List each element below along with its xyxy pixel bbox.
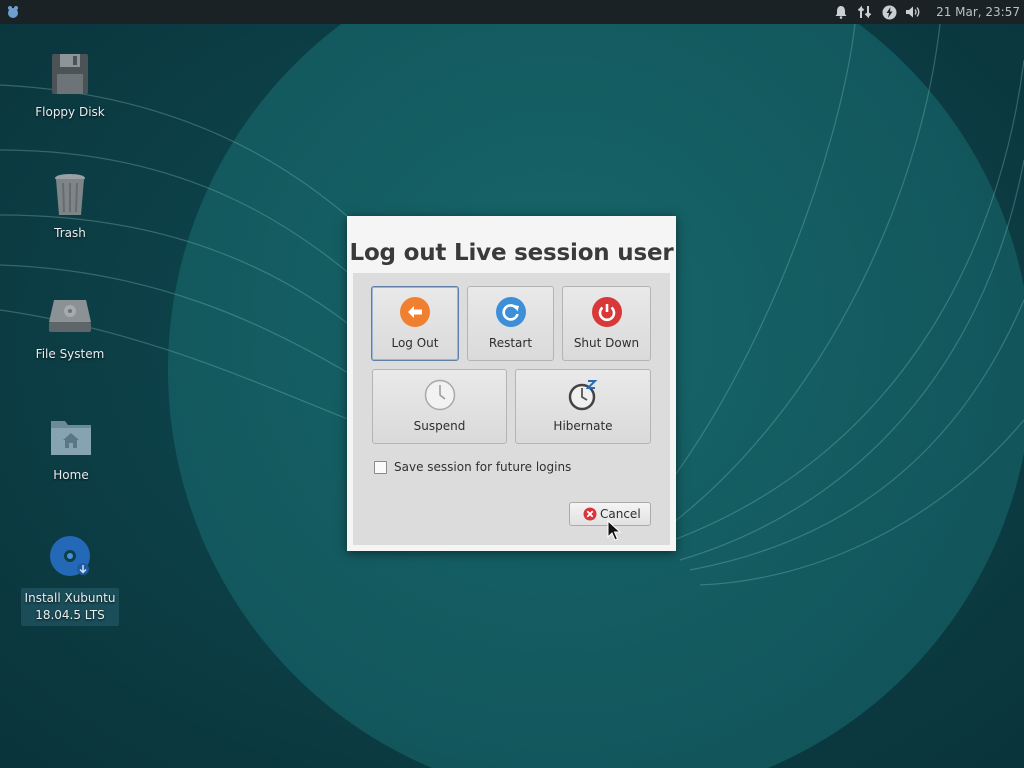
clock[interactable]: 21 Mar, 23:57 (936, 5, 1020, 19)
system-tray: 21 Mar, 23:57 (828, 0, 1024, 24)
network-updown-icon[interactable] (854, 0, 876, 24)
desktop-icon-file-system[interactable]: File System (20, 292, 120, 363)
clock-icon (424, 379, 455, 411)
desktop-icon-label: Home (53, 468, 89, 482)
volume-icon[interactable] (902, 0, 924, 24)
logout-dialog: Log out Live session user Log Out Restar… (347, 216, 676, 551)
power-icon (591, 297, 622, 327)
desktop-icon-label-box: Install Xubuntu 18.04.5 LTS (20, 588, 120, 626)
save-session-label[interactable]: Save session for future logins (394, 460, 571, 474)
desktop-icon-label: Floppy Disk (35, 105, 105, 119)
xfce-mouse-icon[interactable] (4, 3, 22, 21)
suspend-button[interactable]: Suspend (372, 369, 507, 444)
floppy-disk-icon (52, 54, 88, 94)
cancel-button-label: Cancel (600, 507, 641, 521)
shutdown-button[interactable]: Shut Down (562, 286, 651, 361)
hibernate-button[interactable]: Hibernate (515, 369, 651, 444)
trash-icon (55, 174, 85, 215)
save-session-checkbox[interactable] (374, 460, 387, 474)
notification-bell-icon[interactable] (830, 0, 852, 24)
restart-button[interactable]: Restart (467, 286, 554, 361)
logout-button[interactable]: Log Out (371, 286, 459, 361)
desktop-icon-floppy-disk[interactable]: Floppy Disk (20, 50, 120, 121)
mouse-cursor (607, 520, 621, 541)
install-disc-icon (50, 536, 90, 576)
shutdown-button-label: Shut Down (573, 336, 640, 350)
dialog-title: Log out Live session user (349, 240, 674, 266)
hard-drive-icon (49, 300, 91, 332)
cancel-icon (583, 507, 597, 521)
power-bolt-icon[interactable] (878, 0, 900, 24)
hibernate-button-label: Hibernate (553, 419, 613, 433)
restart-icon (495, 297, 526, 327)
top-panel: 21 Mar, 23:57 (0, 0, 1024, 24)
desktop-icon-home[interactable]: Home (21, 413, 121, 484)
home-folder-icon (51, 421, 91, 455)
desktop-icon-trash[interactable]: Trash (20, 171, 120, 242)
desktop-icon-label-version: 18.04.5 LTS (35, 608, 105, 622)
desktop-icon-install-xubuntu[interactable]: Install Xubuntu 18.04.5 LTS (20, 534, 120, 626)
suspend-button-label: Suspend (413, 419, 466, 433)
desktop-icon-label: Install Xubuntu (24, 591, 116, 605)
logout-arrow-icon (400, 297, 430, 327)
save-session-row[interactable]: Save session for future logins (374, 460, 571, 474)
dialog-body: Log Out Restart Shut Down Suspend Hibern… (353, 273, 670, 545)
desktop-icon-label: Trash (54, 226, 86, 240)
hibernate-icon (568, 380, 598, 411)
logout-button-label: Log Out (391, 336, 439, 350)
desktop-icon-label: File System (35, 347, 105, 361)
restart-button-label: Restart (488, 336, 533, 350)
